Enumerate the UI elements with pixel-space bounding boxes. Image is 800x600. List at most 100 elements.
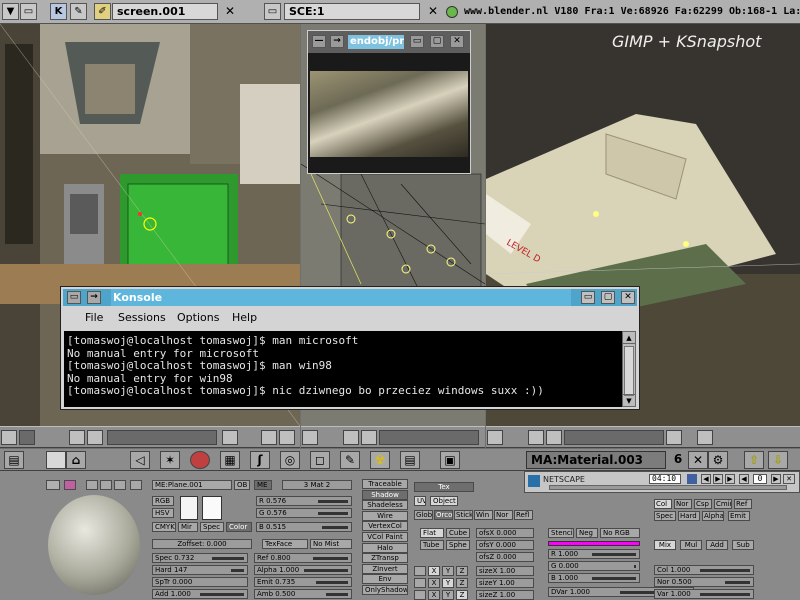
coord-win[interactable]: Win [474, 510, 493, 520]
texture-icon[interactable]: ▦ [220, 451, 240, 469]
axis-toggle[interactable]: Y [442, 566, 454, 576]
toggle-vertexcol[interactable]: VertexCol [362, 521, 408, 532]
terminal-output[interactable]: [tomaswoj@localhost tomaswoj]$ man micro… [64, 331, 624, 407]
spec-button[interactable]: Spec [200, 522, 224, 532]
toggle-wire[interactable]: Wire [362, 510, 408, 521]
window-menu-icon[interactable]: ▭ [67, 291, 81, 304]
menu-options[interactable]: Options [177, 311, 219, 324]
layer-icon[interactable] [343, 430, 359, 445]
axis-toggle[interactable]: Y [442, 590, 454, 600]
script-icon[interactable]: ▤ [400, 451, 420, 469]
screen-name-field[interactable]: screen.001 [112, 3, 218, 20]
close-icon[interactable]: ✕ [621, 291, 635, 304]
scroll-down-icon[interactable]: ▼ [623, 394, 635, 406]
prev-icon[interactable]: ◀ [739, 474, 749, 484]
var-slider[interactable]: Var 1.000 [654, 589, 754, 599]
close-icon[interactable]: ✕ [783, 474, 795, 484]
netscape-stop-icon[interactable] [687, 474, 697, 484]
material-slider-mid[interactable]: Ref 0.800 [254, 553, 352, 563]
ofsy-field[interactable]: ofsY 0.000 [476, 540, 534, 550]
tex-g-slider[interactable]: G 0.000 [548, 561, 640, 571]
axis-toggle[interactable]: Y [442, 578, 454, 588]
view-icon[interactable]: ◁ [130, 451, 150, 469]
sizey-field[interactable]: sizeY 1.00 [476, 578, 534, 588]
minimize-icon[interactable]: ▭ [581, 291, 595, 304]
preview-color-icon[interactable] [64, 480, 76, 490]
lock-icon[interactable] [221, 430, 238, 445]
localview-icon[interactable] [697, 430, 713, 445]
material-slider-mid[interactable]: Amb 0.500 [254, 589, 352, 599]
material-slider-left[interactable]: Spec 0.732 [152, 553, 248, 563]
delete-material-icon[interactable]: ✕ [688, 451, 708, 469]
lamp-icon[interactable]: ✶ [160, 451, 180, 469]
mir-color-swatch[interactable] [180, 496, 198, 520]
menu-file[interactable]: File [85, 311, 103, 324]
layer-buttons[interactable] [379, 430, 479, 445]
mapto-cmir[interactable]: Cmir [714, 499, 732, 509]
toggle-vcol-paint[interactable]: VCol Paint [362, 532, 408, 542]
world-icon[interactable]: ◎ [280, 451, 300, 469]
layer-icon[interactable] [68, 430, 85, 445]
coord-orco[interactable]: Orco [434, 510, 453, 520]
material-slider-left[interactable]: Add 1.000 [152, 589, 248, 599]
preview-plane-icon[interactable] [86, 480, 98, 490]
sphe-button[interactable]: Sphe [446, 540, 470, 550]
close-icon[interactable]: ✕ [450, 35, 464, 48]
mapto2-spec[interactable]: Spec [654, 511, 676, 521]
scroll-thumb[interactable] [624, 346, 634, 396]
pin-icon[interactable]: → [330, 35, 344, 48]
axis-toggle[interactable]: X [428, 566, 440, 576]
blend-mix[interactable]: Mix [654, 540, 676, 550]
localview-icon[interactable] [261, 430, 278, 445]
animation-icon[interactable]: ʃ [250, 451, 270, 469]
auto-icon[interactable]: ⚙ [708, 451, 728, 469]
konsole-window[interactable]: ▭ → Konsole ▭ ▢ ✕ File Sessions Options … [60, 286, 640, 410]
window-type-icon[interactable] [487, 430, 503, 445]
maximize-icon[interactable]: ▢ [430, 35, 444, 48]
window-type-icon[interactable]: ▤ [4, 451, 24, 469]
nomist-button[interactable]: No Mist [310, 539, 352, 549]
fullscreen-icon[interactable]: ▭ [20, 3, 37, 20]
image-window-titlebar[interactable]: — → endobj/pr ▭ ▢ ✕ [308, 31, 470, 53]
toggle-env[interactable]: Env [362, 574, 408, 585]
toggle-traceable[interactable]: Traceable [362, 479, 408, 489]
texface-button[interactable]: TexFace [262, 539, 308, 549]
render-icon[interactable]: ▣ [440, 451, 460, 469]
toggle-halo[interactable]: Halo [362, 542, 408, 553]
paint-icon[interactable]: ✐ [94, 3, 111, 20]
window-menu-icon[interactable]: — [312, 35, 326, 48]
down-arrow-icon[interactable]: ⇩ [768, 451, 788, 469]
coord-nor[interactable]: Nor [494, 510, 513, 520]
cmyk-mode-button[interactable]: CMYK [152, 522, 176, 532]
material-slider-left[interactable]: SpTr 0.000 [152, 577, 248, 587]
sizex-field[interactable]: sizeX 1.00 [476, 566, 534, 576]
tex-button[interactable]: Tex [414, 482, 474, 492]
image-viewer-window[interactable]: — → endobj/pr ▭ ▢ ✕ [307, 30, 471, 174]
spec-color-swatch[interactable] [202, 496, 222, 520]
mesh-name-field[interactable]: ME:Plane.001 [152, 480, 232, 490]
mapto-csp[interactable]: Csp [694, 499, 712, 509]
rgb-mode-button[interactable]: RGB [152, 496, 174, 506]
scene-browse-icon[interactable]: ▭ [264, 3, 281, 20]
home-icon[interactable]: ⌂ [66, 451, 86, 469]
mapto2-hard[interactable]: Hard [678, 511, 700, 521]
lock-icon[interactable] [666, 430, 682, 445]
coord-refl[interactable]: Refl [514, 510, 533, 520]
delete-screen-icon[interactable]: ✕ [222, 3, 238, 20]
material-icon[interactable] [190, 451, 210, 469]
material-name-field[interactable]: MA:Material.003 [526, 451, 666, 469]
preview-cube-icon[interactable] [114, 480, 126, 490]
axis-toggle[interactable] [414, 578, 426, 588]
flat-button[interactable]: Flat [420, 528, 444, 538]
uv-button[interactable]: UV [414, 496, 426, 506]
radiosity-icon[interactable]: ☢ [370, 451, 390, 469]
ob-link-button[interactable]: OB [234, 480, 250, 490]
home-icon[interactable] [361, 430, 377, 445]
home-icon[interactable] [546, 430, 562, 445]
pin-icon[interactable]: → [87, 291, 101, 304]
layer-icon[interactable] [528, 430, 544, 445]
drawtype-icon[interactable] [279, 430, 296, 445]
preview-sphere-icon[interactable] [100, 480, 112, 490]
window-type-icon[interactable] [302, 430, 318, 445]
preview-bg-icon[interactable] [130, 480, 142, 490]
